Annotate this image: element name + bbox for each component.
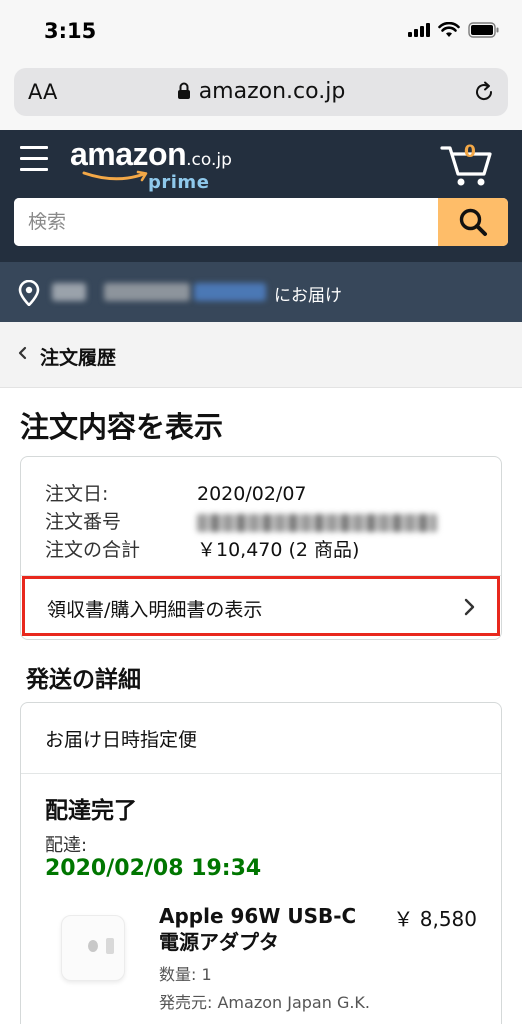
breadcrumb-label: 注文履歴 [40, 347, 117, 369]
logo-text: amazon [70, 136, 187, 172]
search-icon [459, 208, 487, 236]
cart-button[interactable]: 0 [440, 140, 496, 188]
product-quantity: 数量: 1 [159, 965, 212, 984]
url-text: amazon.co.jp [198, 79, 346, 104]
shipment-card: お届け日時指定便 配達完了 配達: 2020/02/08 19:34 Apple… [20, 702, 502, 1024]
lock-icon [177, 82, 190, 99]
order-date-value: 2020/02/07 [197, 483, 307, 505]
page-title: 注文内容を表示 [20, 410, 224, 444]
amazon-logo[interactable]: amazon.co.jp prime [70, 136, 232, 193]
search-button[interactable] [438, 198, 508, 246]
redacted-name [52, 283, 86, 301]
product-image[interactable] [61, 915, 125, 981]
search-input[interactable] [14, 198, 438, 246]
reload-icon[interactable] [472, 80, 496, 104]
shipment-section-title: 発送の詳細 [26, 667, 141, 693]
menu-icon[interactable] [20, 146, 50, 172]
search-bar [14, 198, 508, 246]
location-pin-icon [18, 280, 40, 306]
cart-count: 0 [464, 142, 476, 162]
deliver-to-label: にお届け [274, 286, 342, 306]
chevron-left-icon [18, 346, 27, 360]
chevron-right-icon [464, 598, 475, 616]
order-date-label: 注文日: [45, 483, 109, 505]
url-display[interactable]: amazon.co.jp [14, 79, 508, 104]
product-price: ￥ 8,580 [393, 907, 477, 931]
product-name-link[interactable]: Apple 96W USB-C 電源アダプタ [159, 903, 379, 955]
breadcrumb[interactable]: 注文履歴 [0, 322, 522, 388]
order-total-value: ￥10,470 (2 商品) [197, 539, 360, 561]
order-total-label: 注文の合計 [45, 539, 141, 561]
status-icons [408, 22, 500, 38]
delivery-status: 配達完了 [45, 798, 137, 824]
divider [21, 773, 501, 774]
usb-c-port [106, 938, 114, 954]
redacted-order-number [197, 513, 437, 532]
status-time: 3:15 [44, 19, 97, 43]
status-bar: 3:15 [0, 0, 522, 62]
redacted-postcode [194, 283, 266, 301]
logo-tld: .co.jp [186, 150, 232, 170]
receipt-link-label: 領収書/購入明細書の表示 [47, 599, 263, 621]
order-number-row: 注文番号 [45, 507, 437, 534]
logo-prime: prime [148, 172, 210, 193]
delivery-datetime: 2020/02/08 19:34 [45, 856, 262, 881]
battery-icon [468, 22, 499, 38]
deliver-to-bar[interactable]: にお届け [0, 262, 522, 322]
apple-logo-icon [88, 940, 98, 952]
shipping-method: お届け日時指定便 [45, 729, 198, 751]
order-total-row: 注文の合計 ￥10,470 (2 商品) [45, 535, 359, 562]
order-date-row: 注文日: 2020/02/07 [45, 479, 307, 506]
delivery-label: 配達: [45, 835, 88, 856]
smile-arrow-icon [82, 170, 148, 182]
order-number-label: 注文番号 [45, 511, 122, 533]
address-bar[interactable]: AA amazon.co.jp [14, 68, 508, 116]
product-seller: 発売元: Amazon Japan G.K. [159, 993, 371, 1012]
wifi-icon [438, 22, 460, 37]
redacted-address [104, 283, 190, 301]
cellular-signal-icon [408, 23, 430, 37]
browser-toolbar: AA amazon.co.jp [0, 62, 522, 130]
receipt-link[interactable]: 領収書/購入明細書の表示 [22, 576, 500, 636]
site-header: amazon.co.jp prime 0 [0, 130, 522, 262]
